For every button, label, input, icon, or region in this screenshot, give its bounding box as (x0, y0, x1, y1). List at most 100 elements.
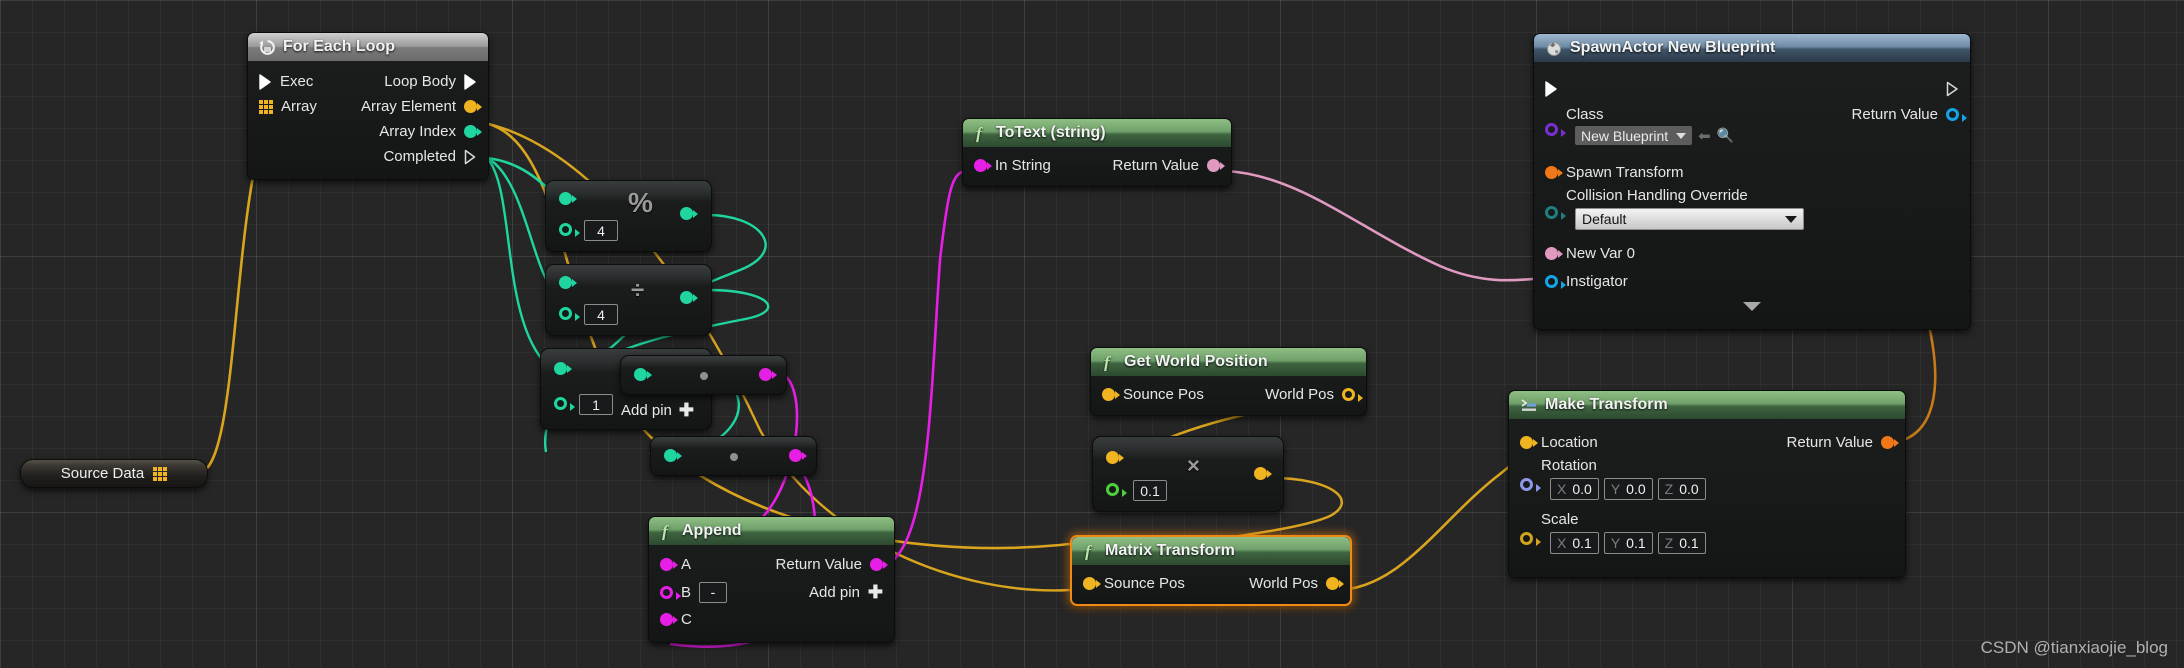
modulo-b-value[interactable]: 4 (584, 220, 618, 241)
axis-value-z[interactable]: 0.1 (1679, 535, 1698, 551)
pin-world-pos[interactable] (1326, 577, 1344, 590)
chevron-down-icon[interactable] (1743, 301, 1761, 311)
pin-row-array[interactable]: Array Array Element (248, 94, 488, 119)
pin-row-exec[interactable]: Exec Loop Body (248, 69, 488, 94)
node-source-data[interactable]: Source Data (20, 459, 208, 488)
pin-convert-b-out[interactable] (789, 449, 807, 462)
pin-multiply-b[interactable] (1106, 483, 1127, 497)
axis-value-x[interactable]: 0.0 (1572, 481, 1591, 497)
pin-add-a[interactable] (554, 362, 572, 375)
node-convert-a[interactable] (620, 355, 787, 395)
search-icon[interactable]: 🔍 (1717, 127, 1734, 144)
rotation-z-field[interactable]: Z 0.0 (1657, 478, 1706, 500)
node-make-transform[interactable]: Make Transform Location Return Value Rot… (1508, 390, 1906, 578)
node-get-world-position[interactable]: f Get World Position Sounce Pos World Po… (1090, 347, 1367, 416)
pin-b[interactable] (660, 585, 681, 600)
pin-return-value[interactable] (1207, 159, 1225, 172)
pin-new-var-0[interactable] (1545, 246, 1563, 260)
pin-convert-a-in[interactable] (634, 368, 652, 381)
array-pin-icon[interactable] (259, 99, 273, 114)
pin-sounce-pos[interactable] (1083, 577, 1101, 590)
pin-row-rotation[interactable]: Rotation X 0.0 Y 0.0 Z 0.0 (1509, 457, 1905, 511)
pin-world-pos[interactable] (1342, 388, 1363, 402)
pin-instigator[interactable] (1545, 274, 1566, 289)
pin-divide-result[interactable] (680, 291, 698, 304)
multiply-b-value[interactable]: 0.1 (1133, 480, 1167, 501)
pin-multiply-a[interactable] (1106, 451, 1124, 464)
pin-class[interactable] (1545, 123, 1566, 137)
pin-row-spawn-transform[interactable]: Spawn Transform (1534, 158, 1970, 187)
node-for-each-loop[interactable]: For Each Loop Exec Loop Body Array Array… (247, 32, 489, 180)
scale-axis-fields[interactable]: X 0.1 Y 0.1 Z 0.1 (1550, 532, 1711, 554)
pin-array-element[interactable] (464, 100, 482, 113)
pin-add-b[interactable] (554, 397, 575, 411)
node-matrix-transform[interactable]: f Matrix Transform Sounce Pos World Pos (1070, 535, 1352, 606)
pin-row-class[interactable]: Class New Blueprint ⬅ 🔍 Return Value (1534, 106, 1970, 158)
node-divide[interactable]: 4 ÷ (545, 264, 712, 336)
scale-x-field[interactable]: X 0.1 (1550, 532, 1599, 554)
node-convert-b[interactable] (650, 436, 817, 476)
node-expander-row[interactable] (1534, 295, 1970, 317)
pin-divide-b[interactable] (559, 307, 580, 321)
pin-rotation[interactable] (1520, 478, 1541, 492)
pin-row-sounce-pos[interactable]: Sounce Pos World Pos (1091, 382, 1366, 407)
exec-out-completed-icon[interactable] (464, 149, 477, 165)
node-modulo[interactable]: 4 % (545, 180, 712, 252)
axis-value-z[interactable]: 0.0 (1679, 481, 1698, 497)
pin-row-c[interactable]: C (649, 607, 894, 632)
node-multiply[interactable]: 0.1 × (1092, 436, 1284, 512)
pin-a[interactable] (660, 558, 678, 571)
pin-return-value[interactable] (870, 558, 888, 571)
class-picker[interactable]: New Blueprint ⬅ 🔍 (1575, 126, 1734, 145)
append-b-value[interactable]: - (699, 581, 728, 603)
pin-row-in-string[interactable]: In String Return Value (963, 153, 1231, 178)
scale-z-field[interactable]: Z 0.1 (1657, 532, 1706, 554)
pin-in-string[interactable] (974, 159, 992, 172)
rotation-y-field[interactable]: Y 0.0 (1603, 478, 1653, 500)
pin-scale[interactable] (1520, 532, 1541, 546)
pin-array-index[interactable] (464, 125, 482, 138)
scale-y-field[interactable]: Y 0.1 (1603, 532, 1653, 554)
pin-collision-handling-override[interactable] (1545, 206, 1566, 220)
pin-modulo-result[interactable] (680, 207, 698, 220)
pin-multiply-result[interactable] (1254, 467, 1272, 480)
pin-divide-a[interactable] (559, 276, 577, 289)
add-pin-control[interactable]: Add pin ✚ (621, 401, 694, 419)
exec-in-icon[interactable] (1545, 81, 1558, 97)
add-pin-control[interactable]: Add pin ✚ (809, 583, 883, 601)
pin-row-new-var-0[interactable]: New Var 0 (1534, 239, 1970, 267)
pin-convert-b-in[interactable] (664, 449, 682, 462)
pin-row-sounce-pos[interactable]: Sounce Pos World Pos (1072, 571, 1350, 596)
pin-modulo-b[interactable] (559, 223, 580, 237)
pin-row-scale[interactable]: Scale X 0.1 Y 0.1 Z 0.1 (1509, 511, 1905, 565)
pin-row-instigator[interactable]: Instigator (1534, 267, 1970, 295)
node-spawn-actor[interactable]: SpawnActor New Blueprint Class New Bluep… (1533, 33, 1971, 330)
pin-row-collision-handling[interactable]: Collision Handling Override Default (1534, 187, 1970, 239)
node-append[interactable]: f Append A Return Value B - Add pin ✚ C (648, 516, 895, 643)
pin-spawn-transform[interactable] (1545, 166, 1563, 179)
axis-value-y[interactable]: 0.0 (1626, 481, 1645, 497)
pin-row-exec[interactable] (1534, 72, 1970, 106)
axis-value-y[interactable]: 0.1 (1626, 535, 1645, 551)
pin-row-location[interactable]: Location Return Value (1509, 427, 1905, 457)
exec-out-loop-body-icon[interactable] (464, 73, 477, 90)
pin-location[interactable] (1520, 435, 1538, 449)
pin-modulo-a[interactable] (559, 192, 577, 205)
array-pin-icon[interactable] (153, 466, 168, 481)
divide-b-value[interactable]: 4 (584, 304, 618, 325)
pin-row-completed[interactable]: Completed (248, 144, 488, 169)
pin-row-array-index[interactable]: Array Index (248, 119, 488, 144)
pin-return-value[interactable] (1946, 108, 1967, 122)
pin-sounce-pos[interactable] (1102, 388, 1120, 401)
pin-return-value[interactable] (1881, 435, 1899, 449)
rotation-x-field[interactable]: X 0.0 (1550, 478, 1599, 500)
class-picker-combo[interactable]: New Blueprint (1575, 126, 1693, 145)
pin-row-b[interactable]: B - Add pin ✚ (649, 577, 894, 607)
add-b-value[interactable]: 1 (579, 394, 613, 415)
blueprint-graph-canvas[interactable]: For Each Loop Exec Loop Body Array Array… (0, 0, 2184, 668)
pin-c[interactable] (660, 613, 678, 626)
pin-convert-a-out[interactable] (759, 368, 777, 381)
exec-out-icon[interactable] (1946, 81, 1959, 97)
exec-in-icon[interactable] (259, 73, 272, 90)
node-to-text[interactable]: f ToText (string) In String Return Value (962, 118, 1232, 187)
